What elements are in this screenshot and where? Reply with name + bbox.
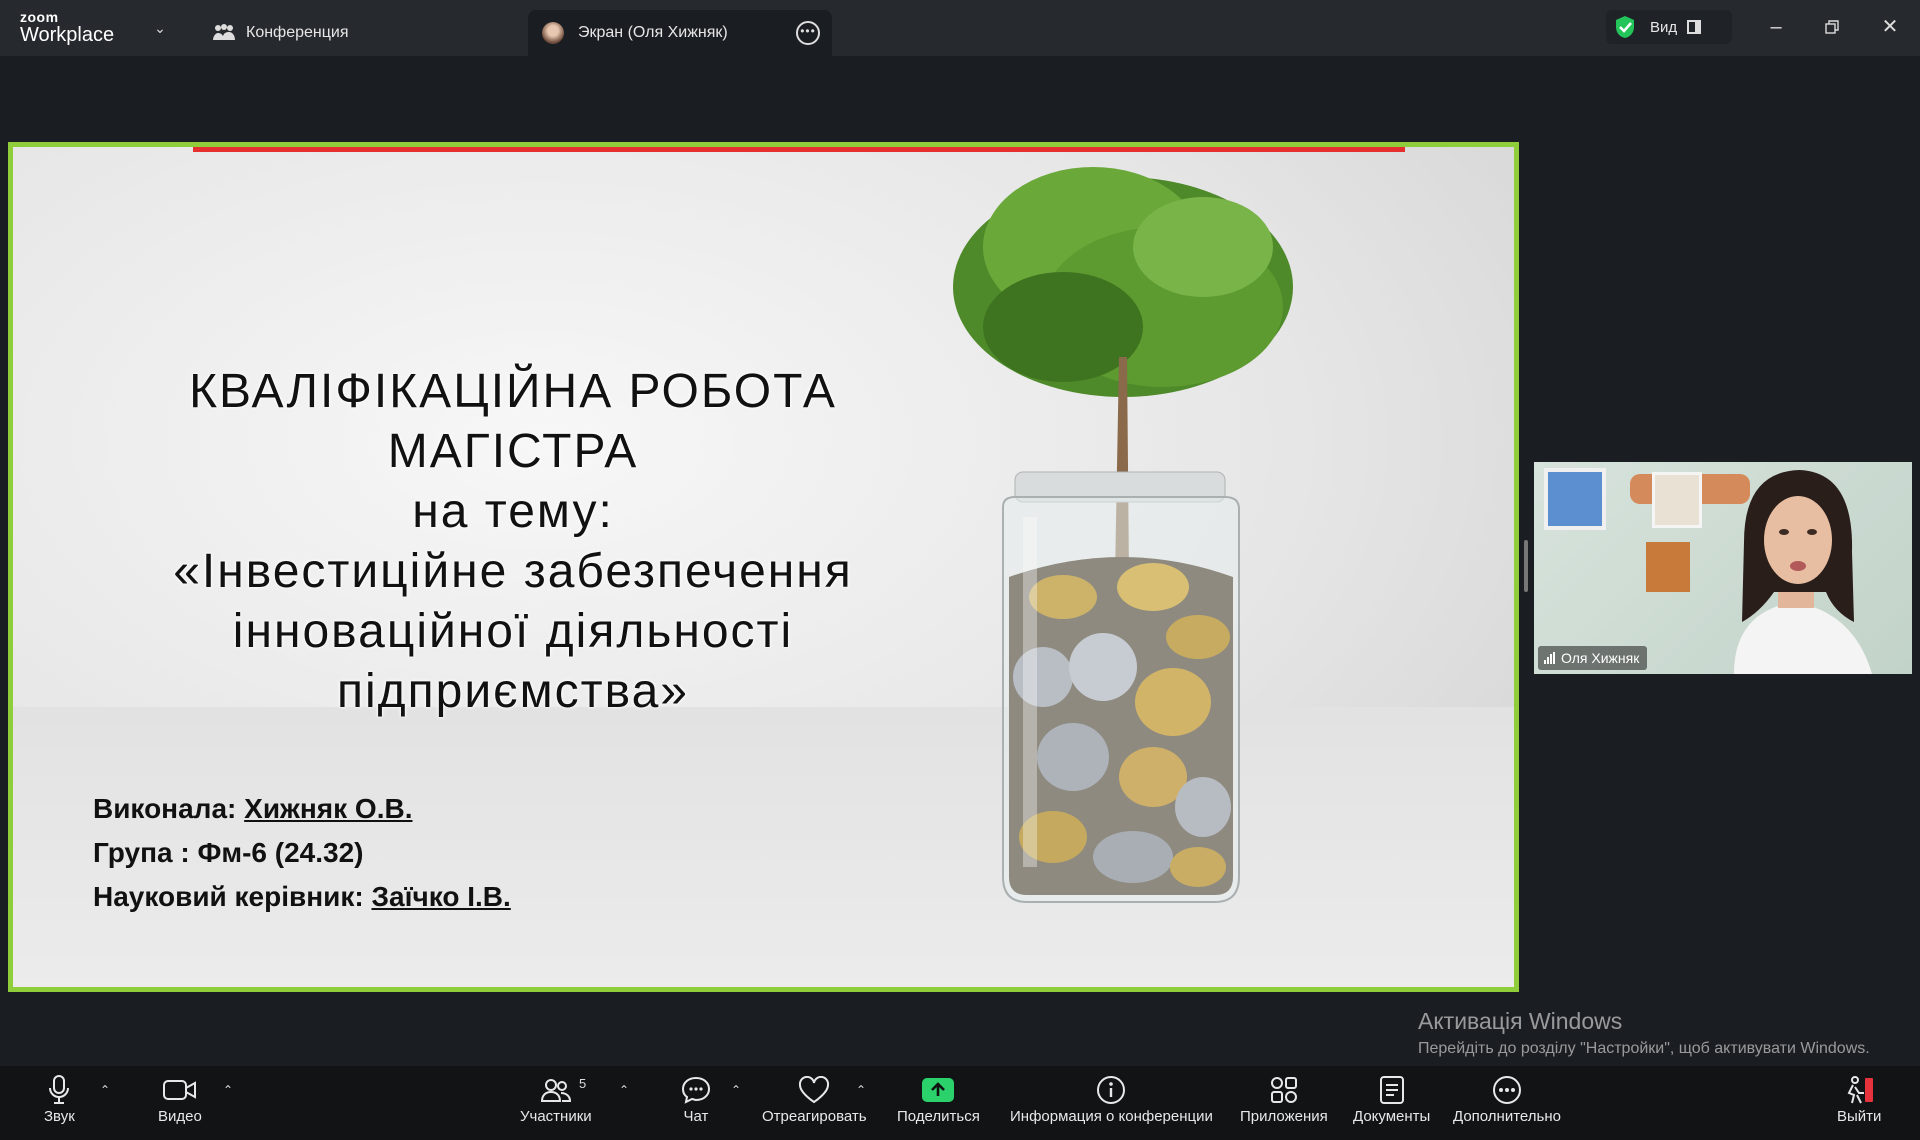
slide-title-line1: КВАЛІФІКАЦІЙНА РОБОТА bbox=[189, 365, 837, 418]
leave-label: Выйти bbox=[1837, 1108, 1882, 1125]
chevron-down-icon[interactable]: ⌄ bbox=[148, 16, 172, 40]
meeting-toolbar: Звук ⌃ Видео ⌃ Участники 5 ⌃ Чат ⌃ Отреа… bbox=[0, 1066, 1920, 1140]
share-screen-icon bbox=[921, 1072, 955, 1108]
meeting-info-button[interactable]: Информация о конференции bbox=[1010, 1072, 1213, 1136]
share-indicator-bar bbox=[193, 147, 1405, 152]
slide-title-line5: інноваційної діяльності bbox=[232, 605, 794, 658]
slide-title-line3: на тему: bbox=[412, 485, 614, 538]
slide-title-line2: МАГІСТРА bbox=[387, 425, 639, 478]
more-options-icon[interactable]: ••• bbox=[796, 21, 820, 45]
participants-count: 5 bbox=[579, 1076, 587, 1091]
participant-video-tile[interactable]: Оля Хижняк bbox=[1534, 462, 1912, 674]
people-icon bbox=[212, 21, 236, 45]
tab-conference-label: Конференция bbox=[246, 24, 349, 41]
more-dots-icon bbox=[1492, 1072, 1522, 1108]
info-icon bbox=[1096, 1072, 1126, 1108]
chat-options-caret[interactable]: ⌃ bbox=[728, 1082, 744, 1098]
tab-conference[interactable]: Конференция bbox=[212, 10, 349, 56]
heart-icon bbox=[798, 1072, 830, 1108]
minimize-icon[interactable]: – bbox=[1758, 12, 1794, 42]
author-label: Виконала: bbox=[93, 793, 237, 824]
react-label: Отреагировать bbox=[762, 1108, 867, 1125]
brand-big: Workplace bbox=[20, 24, 115, 46]
author-value: Хижняк О.В. bbox=[244, 793, 413, 824]
panel-resize-handle[interactable] bbox=[1524, 540, 1528, 592]
react-button[interactable]: Отреагировать bbox=[762, 1072, 867, 1136]
leave-button[interactable]: Выйти bbox=[1837, 1072, 1881, 1136]
document-icon bbox=[1379, 1072, 1405, 1108]
advisor-row: Науковий керівник: Заїчко І.В. bbox=[93, 875, 511, 919]
microphone-icon bbox=[48, 1072, 70, 1108]
share-label: Поделиться bbox=[897, 1108, 980, 1125]
more-button[interactable]: Дополнительно bbox=[1453, 1072, 1561, 1136]
shared-screen: КВАЛІФІКАЦІЙНА РОБОТА МАГІСТРА на тему: … bbox=[8, 142, 1519, 992]
participant-person bbox=[1734, 470, 1872, 674]
slide-author-info: Виконала: Хижняк О.В. Група : Фм-6 (24.3… bbox=[93, 787, 511, 919]
title-bar: zoom Workplace ⌄ Конференция Экран (Оля … bbox=[0, 0, 1920, 56]
view-button[interactable]: Вид bbox=[1606, 10, 1732, 44]
share-screen-button[interactable]: Поделиться bbox=[897, 1072, 980, 1136]
audio-options-caret[interactable]: ⌃ bbox=[97, 1082, 113, 1098]
more-label: Дополнительно bbox=[1453, 1108, 1561, 1125]
wall-picture bbox=[1646, 542, 1690, 592]
author-row: Виконала: Хижняк О.В. bbox=[93, 787, 511, 831]
chat-icon bbox=[681, 1072, 711, 1108]
video-label: Видео bbox=[158, 1108, 202, 1125]
advisor-value: Заїчко І.В. bbox=[371, 881, 511, 912]
meeting-info-label: Информация о конференции bbox=[1010, 1108, 1213, 1125]
audio-button[interactable]: Звук bbox=[44, 1072, 75, 1136]
video-options-caret[interactable]: ⌃ bbox=[220, 1082, 236, 1098]
participants-label: Участники bbox=[520, 1108, 592, 1125]
tab-screen-share[interactable]: Экран (Оля Хижняк) ••• bbox=[528, 10, 832, 56]
watermark-title: Активація Windows bbox=[1418, 1008, 1623, 1034]
documents-button[interactable]: Документы bbox=[1353, 1072, 1430, 1136]
advisor-label: Науковий керівник: bbox=[93, 881, 364, 912]
participants-options-caret[interactable]: ⌃ bbox=[616, 1082, 632, 1098]
participant-name-tag: Оля Хижняк bbox=[1538, 646, 1648, 670]
chat-label: Чат bbox=[683, 1108, 709, 1125]
leave-icon bbox=[1843, 1072, 1875, 1108]
view-label: Вид bbox=[1650, 18, 1678, 36]
participants-icon bbox=[540, 1072, 571, 1108]
zoom-workplace-logo[interactable]: zoom Workplace bbox=[20, 10, 150, 50]
restore-icon[interactable] bbox=[1814, 12, 1850, 42]
shield-check-icon bbox=[1616, 16, 1634, 38]
brand-small: zoom bbox=[20, 9, 59, 25]
apps-label: Приложения bbox=[1240, 1108, 1328, 1125]
signal-icon bbox=[1544, 652, 1555, 664]
close-icon[interactable]: ✕ bbox=[1872, 12, 1908, 42]
watermark-subtitle: Перейдіть до розділу "Настройки", щоб ак… bbox=[1418, 1040, 1870, 1057]
react-options-caret[interactable]: ⌃ bbox=[853, 1082, 869, 1098]
wall-picture bbox=[1544, 468, 1606, 530]
money-tree-jar-image bbox=[953, 167, 1293, 903]
camera-icon bbox=[162, 1072, 197, 1108]
participant-name: Оля Хижняк bbox=[1561, 650, 1640, 666]
audio-label: Звук bbox=[44, 1108, 75, 1125]
view-layout-icon bbox=[1687, 20, 1702, 34]
group-row: Група : Фм-6 (24.32) bbox=[93, 837, 364, 868]
slide-title: КВАЛІФІКАЦІЙНА РОБОТА МАГІСТРА на тему: … bbox=[103, 362, 923, 722]
apps-icon bbox=[1269, 1072, 1299, 1108]
apps-button[interactable]: Приложения bbox=[1240, 1072, 1328, 1136]
windows-activation-watermark: Активація Windows Перейдіть до розділу "… bbox=[1418, 1006, 1878, 1061]
chat-button[interactable]: Чат bbox=[681, 1072, 711, 1136]
documents-label: Документы bbox=[1353, 1108, 1431, 1125]
avatar bbox=[542, 22, 564, 44]
video-button[interactable]: Видео bbox=[158, 1072, 202, 1136]
slide-title-line6: підприємства» bbox=[337, 665, 689, 718]
slide-title-line4: «Інвестиційне забезпечення bbox=[173, 545, 853, 598]
tab-screen-label: Экран (Оля Хижняк) bbox=[578, 24, 728, 41]
